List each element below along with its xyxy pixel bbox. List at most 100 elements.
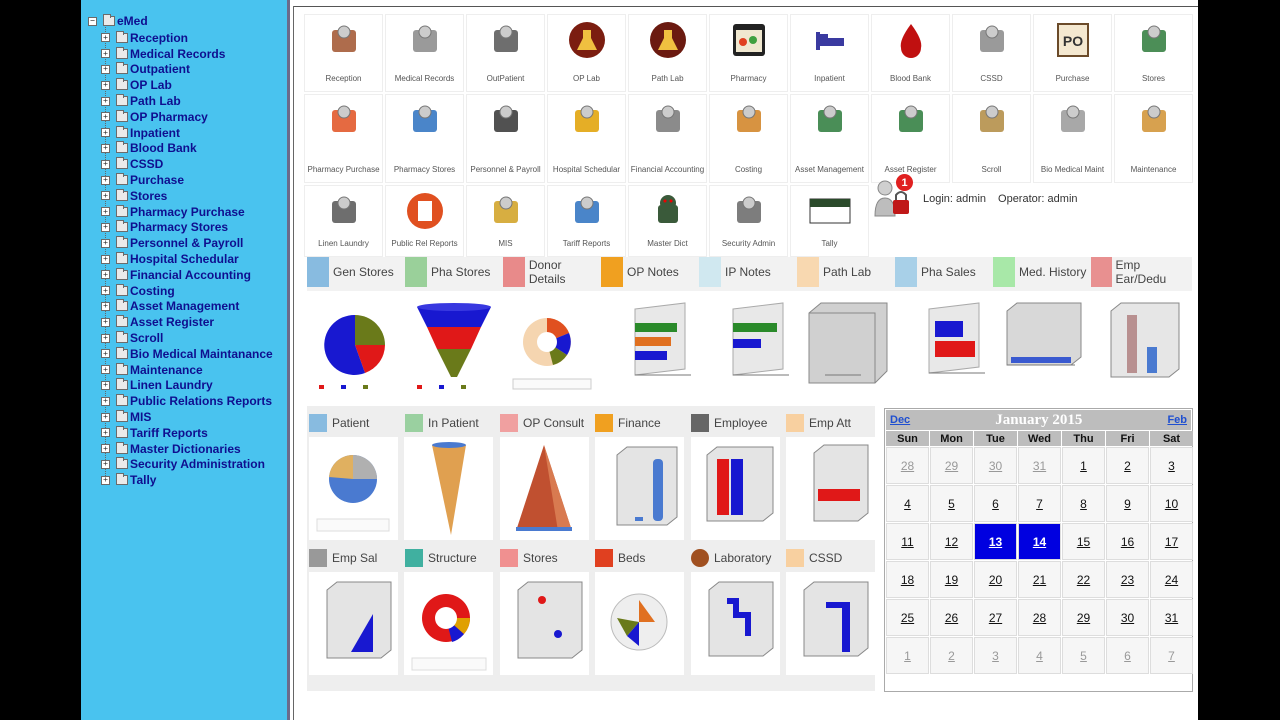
calendar-day[interactable]: 27 — [974, 599, 1017, 636]
expand-icon[interactable]: + — [101, 412, 110, 422]
tree-item-linen-laundry[interactable]: + Linen Laundry — [101, 378, 273, 394]
panel-tab-emp-att[interactable]: Emp Att — [786, 412, 851, 434]
calendar-day[interactable]: 6 — [974, 485, 1017, 522]
tree-item-medical-records[interactable]: + Medical Records — [101, 46, 273, 62]
tree-item-financial-accounting[interactable]: + Financial Accounting — [101, 267, 273, 283]
tree-item-label[interactable]: Purchase — [130, 173, 184, 187]
module-security-admin[interactable]: Security Admin — [709, 185, 788, 257]
calendar-day[interactable]: 28 — [886, 447, 929, 484]
clipboard-icon[interactable] — [1131, 97, 1177, 143]
panel-chart-in-patient[interactable] — [404, 437, 493, 540]
module-label[interactable]: Hospital Schedular — [553, 163, 620, 177]
calendar-day[interactable]: 25 — [886, 599, 929, 636]
tree-item-label[interactable]: Master Dictionaries — [130, 442, 241, 456]
module-tally[interactable]: Tally — [790, 185, 869, 257]
report-tab-ip-notes[interactable]: IP Notes — [699, 257, 797, 287]
expand-icon[interactable]: + — [101, 112, 110, 122]
user-lock-icon[interactable]: 1 — [869, 174, 915, 222]
tree-item-label[interactable]: OP Pharmacy — [130, 110, 208, 124]
panel-tab-in-patient[interactable]: In Patient — [405, 412, 479, 434]
module-label[interactable]: Inpatient — [814, 72, 845, 86]
expand-icon[interactable]: + — [101, 80, 110, 90]
tree-item-label[interactable]: Medical Records — [130, 47, 225, 61]
module-stores[interactable]: Stores — [1114, 14, 1193, 92]
tree-item-pharmacy-stores[interactable]: + Pharmacy Stores — [101, 220, 273, 236]
panel-chart-finance[interactable] — [595, 437, 684, 540]
tree-item-tally[interactable]: + Tally — [101, 472, 273, 488]
panel-chart-emp-sal[interactable] — [309, 572, 398, 675]
calendar-day[interactable]: 7 — [1150, 637, 1193, 674]
tree-item-label[interactable]: Scroll — [130, 331, 163, 345]
expand-icon[interactable]: + — [101, 333, 110, 343]
module-label[interactable]: Bio Medical Maint — [1041, 163, 1104, 177]
calendar-day[interactable]: 18 — [886, 561, 929, 598]
expand-icon[interactable]: + — [101, 159, 110, 169]
panel-chart-employee[interactable] — [691, 437, 780, 540]
module-outpatient[interactable]: OutPatient — [466, 14, 545, 92]
expand-icon[interactable]: + — [101, 301, 110, 311]
calendar-day[interactable]: 22 — [1062, 561, 1105, 598]
module-label[interactable]: Public Rel Reports — [391, 237, 457, 251]
tree-item-label[interactable]: Inpatient — [130, 126, 180, 140]
calendar-day[interactable]: 9 — [1106, 485, 1149, 522]
module-personnel-and-payroll[interactable]: Personnel & Payroll — [466, 94, 545, 183]
tree-item-reception[interactable]: + Reception — [101, 30, 273, 46]
tally-icon[interactable] — [807, 188, 853, 234]
module-op-lab[interactable]: OP Lab — [547, 14, 626, 92]
panel-tab-op-consult[interactable]: OP Consult — [500, 412, 584, 434]
module-label[interactable]: Blood Bank — [890, 72, 931, 86]
expand-icon[interactable]: + — [101, 349, 110, 359]
panel-chart-patient[interactable] — [309, 437, 398, 540]
calendar-day[interactable]: 2 — [1106, 447, 1149, 484]
tree-item-asset-management[interactable]: + Asset Management — [101, 299, 273, 315]
tree-item-stores[interactable]: + Stores — [101, 188, 273, 204]
tree-item-cssd[interactable]: + CSSD — [101, 156, 273, 172]
chart-pha-stores[interactable] — [405, 293, 503, 401]
tree-item-label[interactable]: MIS — [130, 410, 151, 424]
module-label[interactable]: Pharmacy — [730, 72, 766, 86]
expand-icon[interactable]: + — [101, 143, 110, 153]
purchase-order-icon[interactable]: PO — [1050, 17, 1096, 63]
module-financial-accounting[interactable]: Financial Accounting — [628, 94, 707, 183]
chart-gen-stores[interactable] — [307, 293, 405, 401]
panel-tab-beds[interactable]: Beds — [595, 547, 645, 569]
tree-item-label[interactable]: Blood Bank — [130, 141, 197, 155]
bed-icon[interactable] — [807, 17, 853, 63]
calendar-day[interactable]: 16 — [1106, 523, 1149, 560]
expand-icon[interactable]: + — [101, 286, 110, 296]
module-path-lab[interactable]: Path Lab — [628, 14, 707, 92]
cash-register-icon[interactable] — [645, 97, 691, 143]
tree-item-label[interactable]: Pharmacy Purchase — [130, 205, 245, 219]
collapse-icon[interactable]: − — [88, 16, 97, 26]
flask-icon[interactable] — [645, 17, 691, 63]
chart-med-history[interactable] — [993, 293, 1091, 401]
module-bio-medical-maint[interactable]: Bio Medical Maint — [1033, 94, 1112, 183]
calendar-day[interactable]: 30 — [1106, 599, 1149, 636]
report-tab-pha-sales[interactable]: Pha Sales — [895, 257, 993, 287]
outpatient-icon[interactable] — [483, 17, 529, 63]
stores-icon[interactable] — [1131, 17, 1177, 63]
module-scroll[interactable]: Scroll — [952, 94, 1031, 183]
module-asset-management[interactable]: Asset Management — [790, 94, 869, 183]
expand-icon[interactable]: + — [101, 222, 110, 232]
module-reception[interactable]: Reception — [304, 14, 383, 92]
report-tab-label[interactable]: OP Notes — [627, 265, 679, 279]
tree-item-tariff-reports[interactable]: + Tariff Reports — [101, 425, 273, 441]
module-mis[interactable]: MIS — [466, 185, 545, 257]
calendar-next-link[interactable]: Feb — [1167, 414, 1187, 426]
tree-item-label[interactable]: Hospital Schedular — [130, 252, 239, 266]
module-medical-records[interactable]: Medical Records — [385, 14, 464, 92]
expand-icon[interactable]: + — [101, 191, 110, 201]
module-label[interactable]: Costing — [735, 163, 762, 177]
tree-item-label[interactable]: Public Relations Reports — [130, 394, 272, 408]
calendar-day[interactable]: 4 — [1018, 637, 1061, 674]
tree-item-op-lab[interactable]: + OP Lab — [101, 77, 273, 93]
panel-chart-emp-att[interactable] — [786, 437, 875, 540]
tree-item-label[interactable]: OP Lab — [130, 78, 172, 92]
calendar-day[interactable]: 28 — [1018, 599, 1061, 636]
module-label[interactable]: Maintenance — [1131, 163, 1177, 177]
tree-item-outpatient[interactable]: + Outpatient — [101, 62, 273, 78]
tree-item-maintenance[interactable]: + Maintenance — [101, 362, 273, 378]
module-inpatient[interactable]: Inpatient — [790, 14, 869, 92]
module-label[interactable]: Tariff Reports — [563, 237, 610, 251]
